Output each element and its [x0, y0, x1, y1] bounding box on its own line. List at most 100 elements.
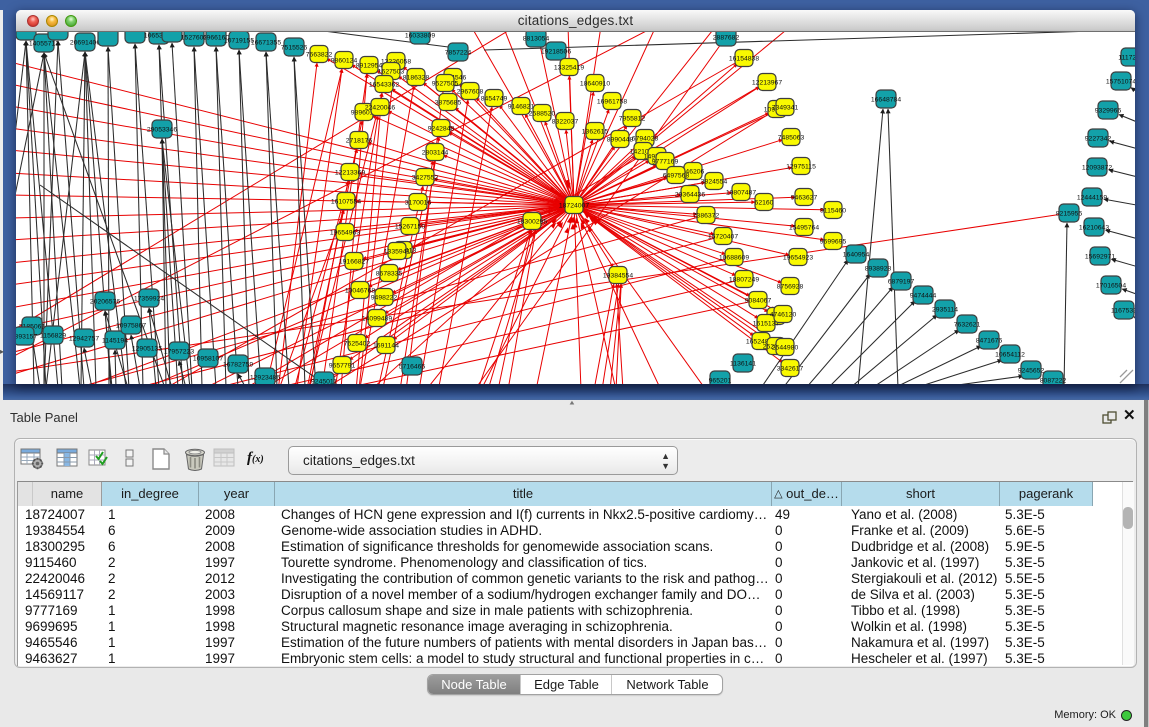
svg-text:8990448: 8990448: [607, 137, 634, 144]
svg-text:9657791: 9657791: [329, 363, 356, 370]
svg-text:2935114: 2935114: [932, 307, 958, 314]
svg-text:8471676: 8471676: [976, 338, 1003, 345]
svg-text:1117203: 1117203: [1118, 55, 1135, 62]
svg-text:9699695: 9699695: [820, 239, 847, 246]
svg-text:12923486: 12923486: [250, 375, 280, 382]
svg-text:10654112: 10654112: [995, 352, 1025, 359]
svg-text:14099489: 14099489: [362, 316, 392, 323]
svg-text:3824554: 3824554: [701, 179, 728, 186]
svg-text:10046768: 10046768: [345, 288, 375, 295]
svg-text:12093872: 12093872: [1082, 165, 1112, 172]
svg-text:3875685: 3875685: [435, 100, 462, 107]
svg-text:7515526: 7515526: [281, 45, 308, 52]
svg-text:7485063: 7485063: [778, 135, 805, 142]
svg-text:2718176: 2718176: [346, 138, 373, 145]
svg-text:2803144: 2803144: [422, 150, 449, 157]
svg-text:19218506: 19218506: [541, 49, 571, 56]
svg-text:9115460: 9115460: [820, 208, 846, 215]
svg-text:18724007: 18724007: [559, 203, 589, 210]
svg-text:16648784: 16648784: [871, 97, 901, 104]
svg-text:8938928: 8938928: [865, 266, 892, 273]
svg-text:12213967: 12213967: [752, 80, 782, 87]
svg-text:9777169: 9777169: [652, 159, 679, 166]
svg-text:6879197: 6879197: [888, 279, 915, 286]
svg-text:12444159: 12444159: [1077, 195, 1107, 202]
svg-text:7632621: 7632621: [954, 322, 981, 329]
svg-text:15267150: 15267150: [395, 224, 425, 231]
svg-text:22420046: 22420046: [365, 105, 395, 112]
svg-text:10975867: 10975867: [116, 323, 146, 330]
svg-text:1627503: 1627503: [378, 69, 405, 76]
svg-text:9329966: 9329966: [1095, 108, 1122, 115]
svg-text:20691406: 20691406: [70, 40, 100, 47]
svg-text:7955812: 7955812: [619, 116, 646, 123]
svg-text:15720407: 15720407: [708, 234, 738, 241]
svg-text:7857224: 7857224: [445, 50, 472, 57]
svg-text:7386372: 7386372: [693, 213, 720, 220]
svg-text:7663822: 7663822: [306, 52, 333, 59]
svg-text:16107554: 16107554: [331, 199, 361, 206]
svg-text:7625402: 7625402: [344, 341, 371, 348]
svg-text:9245652: 9245652: [1018, 368, 1045, 375]
svg-text:16543362: 16543362: [369, 82, 399, 89]
svg-text:3342617: 3342617: [777, 366, 804, 373]
svg-text:9463627: 9463627: [791, 195, 818, 202]
svg-text:16961758: 16961758: [597, 99, 627, 106]
svg-text:1167533: 1167533: [1111, 308, 1135, 315]
svg-text:1362615: 1362615: [582, 129, 609, 136]
svg-text:10958107: 10958107: [193, 356, 223, 363]
svg-text:2588520: 2588520: [529, 111, 556, 118]
svg-text:10719155: 10719155: [224, 38, 254, 45]
svg-text:12975115: 12975115: [786, 164, 816, 171]
svg-text:8087222: 8087222: [1040, 378, 1067, 385]
svg-text:8678335: 8678335: [376, 271, 403, 278]
svg-text:19654963: 19654963: [330, 230, 360, 237]
svg-text:15751074: 15751074: [1106, 79, 1135, 86]
svg-text:18640910: 18640910: [580, 81, 610, 88]
svg-text:16782759: 16782759: [223, 362, 253, 369]
svg-text:17957223: 17957223: [164, 349, 194, 356]
svg-text:5716465: 5716465: [399, 364, 426, 371]
svg-text:3170016: 3170016: [405, 200, 432, 207]
svg-text:29053346: 29053346: [147, 127, 177, 134]
svg-text:1691144: 1691144: [373, 343, 399, 350]
svg-text:9146821: 9146821: [508, 104, 535, 111]
svg-text:8215955: 8215955: [1056, 211, 1083, 218]
svg-text:13325419: 13325419: [554, 65, 584, 72]
svg-text:965201: 965201: [709, 378, 732, 385]
svg-text:8186328: 8186328: [403, 75, 430, 82]
svg-text:19654923: 19654923: [783, 255, 813, 262]
svg-text:1335941: 1335941: [384, 249, 411, 256]
svg-text:7349341: 7349341: [772, 105, 799, 112]
svg-text:9498222: 9498222: [371, 295, 398, 302]
svg-text:3427552: 3427552: [412, 175, 439, 182]
svg-text:16671355: 16671355: [251, 40, 281, 47]
svg-text:12942757: 12942757: [69, 336, 99, 343]
svg-text:1640954: 1640954: [843, 252, 870, 259]
svg-text:16033809: 16033809: [405, 33, 435, 40]
svg-text:62160: 62160: [755, 200, 774, 207]
svg-text:4746120: 4746120: [770, 312, 797, 319]
svg-text:8756928: 8756928: [777, 284, 804, 291]
svg-text:20364436: 20364436: [675, 192, 705, 199]
svg-text:2544980: 2544980: [772, 345, 799, 352]
svg-text:19166827: 19166827: [339, 259, 369, 266]
svg-text:8454749: 8454749: [481, 96, 508, 103]
svg-text:8322037: 8322037: [552, 119, 579, 126]
svg-text:8813054: 8813054: [523, 36, 550, 43]
svg-text:9227342: 9227342: [1085, 136, 1112, 143]
svg-text:18807249: 18807249: [729, 277, 759, 284]
svg-text:9242848: 9242848: [428, 126, 455, 133]
svg-text:1136141: 1136141: [730, 361, 756, 368]
svg-text:14055713: 14055713: [29, 41, 59, 48]
svg-text:16154838: 16154838: [729, 56, 759, 63]
svg-text:9474444: 9474444: [910, 293, 937, 300]
svg-text:17016504: 17016504: [1096, 283, 1126, 290]
svg-text:2887682: 2887682: [713, 35, 740, 42]
svg-text:6497568: 6497568: [663, 173, 690, 180]
svg-text:1156829: 1156829: [40, 333, 66, 340]
svg-text:10807487: 10807487: [726, 190, 756, 197]
svg-text:10688609: 10688609: [719, 255, 749, 262]
svg-text:1393157: 1393157: [16, 334, 37, 341]
svg-text:12213369: 12213369: [335, 170, 365, 177]
